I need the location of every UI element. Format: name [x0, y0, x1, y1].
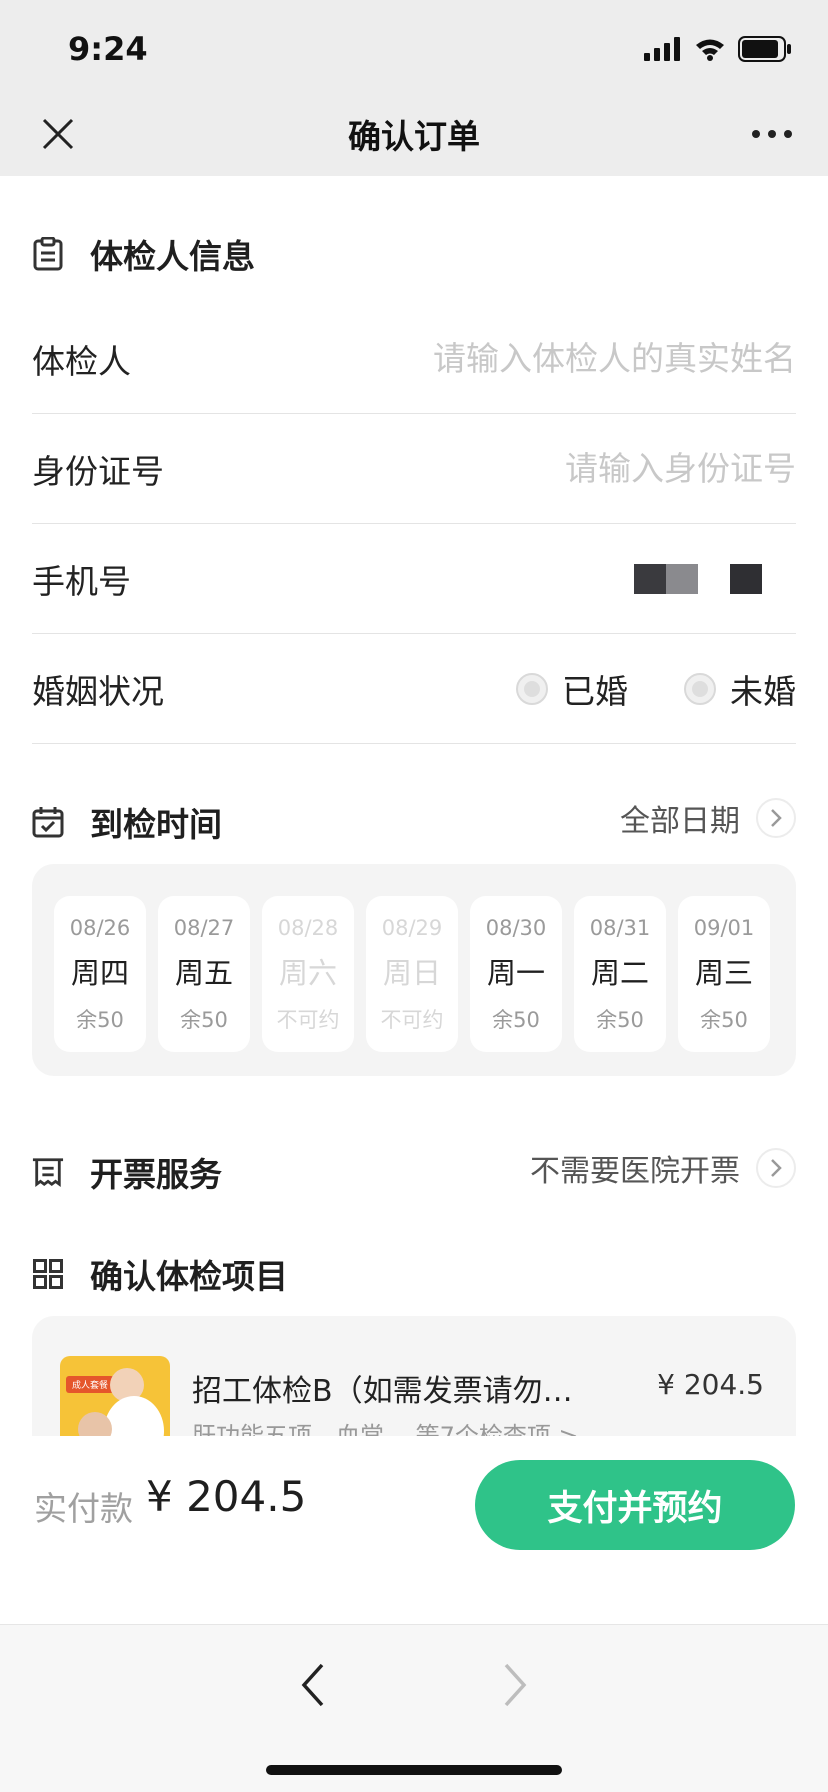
date-option-disabled: 08/29 周日 不可约	[366, 896, 458, 1052]
time-section-header: 到检时间	[32, 798, 222, 846]
name-row: 体检人	[32, 304, 796, 414]
status-time: 9:24	[68, 30, 148, 68]
name-label: 体检人	[32, 341, 131, 381]
all-dates-link[interactable]: 全部日期	[620, 796, 796, 840]
battery-icon	[738, 36, 791, 62]
order-form: 体检人信息 体检人 身份证号 手机号 婚姻状况 已婚 未婚	[0, 176, 828, 1436]
package-item-card[interactable]: 成人套餐 招工体检B（如需发票请勿… ¥ 204.5 肝功能五项、血常… 等7个…	[32, 1316, 796, 1436]
invoice-icon	[32, 1156, 64, 1188]
page-title: 确认订单	[348, 117, 480, 156]
phone-value-redacted[interactable]	[634, 563, 762, 594]
chevron-right-icon	[756, 798, 796, 838]
status-bar: 9:24	[0, 0, 828, 100]
marital-option-single[interactable]: 未婚	[684, 665, 796, 713]
name-input[interactable]	[376, 339, 796, 378]
invoice-section-header: 开票服务	[32, 1148, 222, 1196]
package-name: 招工体检B（如需发票请勿…	[192, 1374, 573, 1409]
date-option[interactable]: 08/27 周五 余50	[158, 896, 250, 1052]
date-option[interactable]: 08/26 周四 余50	[54, 896, 146, 1052]
examinee-section-header: 体检人信息	[32, 230, 255, 278]
pay-and-book-button[interactable]: 支付并预约	[475, 1460, 795, 1550]
package-thumbnail: 成人套餐	[60, 1356, 170, 1436]
radio-icon	[516, 672, 548, 705]
payment-label: 实付款	[34, 1489, 133, 1528]
forward-arrow-icon	[504, 1663, 527, 1707]
package-items-summary[interactable]: 肝功能五项、血常… 等7个检查项 >	[192, 1416, 579, 1436]
invoice-option-link[interactable]: 不需要医院开票	[530, 1146, 796, 1190]
id-number-input[interactable]	[376, 449, 796, 488]
wifi-icon	[696, 39, 724, 61]
browser-nav-bar	[0, 1624, 828, 1792]
chevron-right-icon	[756, 1148, 796, 1188]
date-option[interactable]: 09/01 周三 余50	[678, 896, 770, 1052]
examinee-section-title: 体检人信息	[90, 237, 255, 276]
time-section-title: 到检时间	[90, 805, 222, 844]
marital-row: 婚姻状况 已婚 未婚	[32, 634, 796, 744]
id-number-label: 身份证号	[32, 451, 164, 491]
back-arrow-icon[interactable]	[294, 1655, 334, 1715]
items-section-header: 确认体检项目	[32, 1250, 288, 1298]
marital-label: 婚姻状况	[32, 671, 164, 711]
signal-icon	[644, 37, 680, 61]
date-option[interactable]: 08/30 周一 余50	[470, 896, 562, 1052]
home-indicator[interactable]	[266, 1765, 562, 1775]
more-icon[interactable]	[752, 130, 792, 138]
date-option[interactable]: 08/31 周二 余50	[574, 896, 666, 1052]
nav-bar: 确认订单	[0, 100, 828, 176]
package-price: ¥ 204.5	[657, 1368, 764, 1401]
invoice-section-title: 开票服务	[90, 1155, 222, 1194]
items-section-title: 确认体检项目	[90, 1257, 288, 1296]
calendar-icon	[32, 806, 64, 838]
date-selector: 08/26 周四 余50 08/27 周五 余50 08/28 周六 不可约 0…	[32, 864, 796, 1076]
phone-row: 手机号	[32, 524, 796, 634]
date-option-disabled: 08/28 周六 不可约	[262, 896, 354, 1052]
clipboard-icon	[32, 237, 64, 271]
marital-radio-group: 已婚 未婚	[460, 665, 796, 713]
id-number-row: 身份证号	[32, 414, 796, 524]
radio-icon	[684, 672, 716, 705]
grid-icon	[32, 1258, 64, 1290]
payment-amount: ¥ 204.5	[146, 1472, 307, 1521]
status-icons	[644, 36, 792, 62]
marital-option-married[interactable]: 已婚	[516, 665, 628, 713]
phone-label: 手机号	[32, 561, 131, 601]
payment-bar: 实付款 ¥ 204.5 支付并预约	[0, 1436, 828, 1624]
